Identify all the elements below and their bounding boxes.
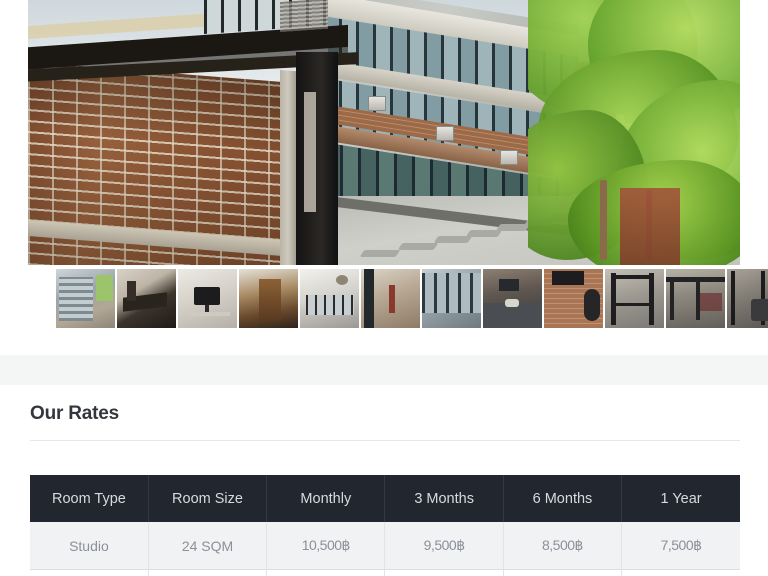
gallery-thumbnail-10[interactable] (605, 269, 664, 328)
paver-stripe (433, 236, 473, 243)
cell-room-size: 24 SQM (148, 522, 268, 570)
cell-6-months (503, 569, 623, 576)
rates-table: Room Type Room Size Monthly 3 Months 6 M… (30, 475, 740, 576)
thumbnail-post (670, 282, 674, 320)
upper-grille (280, 0, 328, 33)
cell-6-months: 8,500฿ (503, 522, 623, 570)
thumbnail-detail (205, 305, 209, 312)
thumbnail-bicycles (700, 293, 722, 311)
gallery-thumbnail-strip[interactable] (56, 269, 768, 330)
thumbnail-detail (364, 269, 374, 328)
paver-stripe (359, 250, 401, 257)
gallery-thumbnail-5[interactable] (300, 269, 359, 328)
rates-container: Our Rates Room Type Room Size Monthly 3 … (30, 385, 740, 576)
cell-3-months: 9,500฿ (384, 522, 504, 570)
thumbnail-door (259, 279, 281, 321)
column-header-monthly[interactable]: Monthly (266, 475, 386, 522)
cell-1-year: 7,500฿ (621, 522, 740, 570)
column-header-room-size[interactable]: Room Size (147, 475, 268, 522)
hero-image-canvas (28, 0, 740, 265)
wooden-fence (620, 188, 680, 265)
gallery-thumbnail-7[interactable] (422, 269, 481, 328)
column-header-room-type[interactable]: Room Type (30, 475, 149, 522)
rates-title-divider (30, 440, 740, 441)
brick-wall-column (280, 70, 296, 265)
thumbnail-pillar (389, 285, 395, 313)
tree-trunk (600, 180, 607, 260)
table-row: Studio 24 SQM 10,500฿ 9,500฿ 8,500฿ 7,50… (30, 522, 740, 570)
thumbnail-detail (127, 281, 136, 301)
gallery-thumbnail-2[interactable] (117, 269, 176, 328)
cell-room-type (30, 569, 149, 576)
column-header-6-months[interactable]: 6 Months (502, 475, 623, 522)
thumbnail-monitor (194, 287, 220, 305)
gallery-thumbnail-3[interactable] (178, 269, 237, 328)
cell-3-months (384, 569, 504, 576)
thumbnail-rack (649, 273, 654, 325)
paver-stripe (397, 243, 439, 250)
thumbnail-detail (186, 312, 230, 316)
rates-section: Our Rates Room Type Room Size Monthly 3 … (0, 385, 768, 576)
property-photo-gallery (28, 0, 768, 328)
ac-unit-icon (368, 96, 386, 111)
thumbnail-glass-facade (422, 273, 481, 313)
thumbnail-rack (611, 273, 616, 325)
section-separator-band (0, 355, 768, 385)
column-header-3-months[interactable]: 3 Months (384, 475, 504, 522)
table-row (30, 569, 740, 576)
thumbnail-detail (96, 275, 113, 301)
thumbnail-tv (552, 271, 584, 285)
hero-image[interactable] (28, 0, 740, 265)
cell-room-type: Studio (30, 522, 149, 570)
gallery-thumbnail-6[interactable] (361, 269, 420, 328)
thumbnail-railing (306, 295, 354, 315)
thumbnail-rack (611, 275, 654, 279)
cell-monthly (266, 569, 386, 576)
ac-unit-icon (500, 150, 518, 165)
gallery-thumbnail-1[interactable] (56, 269, 115, 328)
cell-1-year (621, 569, 740, 576)
thumbnail-detail (59, 277, 93, 321)
thumbnail-punching-bag (584, 289, 600, 321)
rates-table-head: Room Type Room Size Monthly 3 Months 6 M… (30, 475, 740, 522)
entry-door-glass (304, 92, 316, 212)
thumbnail-detail (505, 299, 519, 307)
rates-section-title: Our Rates (30, 403, 120, 424)
ac-unit-icon (436, 126, 454, 141)
cell-monthly: 10,500฿ (266, 522, 386, 570)
rates-table-body: Studio 24 SQM 10,500฿ 9,500฿ 8,500฿ 7,50… (30, 522, 740, 576)
gallery-thumbnail-4[interactable] (239, 269, 298, 328)
entry-door-frame (296, 52, 338, 265)
thumbnail-chandelier (336, 275, 348, 285)
gallery-thumbnail-11[interactable] (666, 269, 725, 328)
thumbnail-rig (731, 271, 735, 325)
column-header-1-year[interactable]: 1 Year (621, 475, 740, 522)
rates-table-header-row: Room Type Room Size Monthly 3 Months 6 M… (30, 475, 740, 522)
gallery-thumbnail-9[interactable] (544, 269, 603, 328)
gallery-thumbnail-8[interactable] (483, 269, 542, 328)
thumbnail-cardio-machine (751, 299, 768, 321)
thumbnail-detail (499, 279, 519, 291)
paver-stripe (465, 230, 503, 237)
cell-room-size (148, 569, 268, 576)
gallery-thumbnail-12[interactable] (727, 269, 768, 328)
thumbnail-rack (611, 303, 654, 306)
page-root: Our Rates Room Type Room Size Monthly 3 … (0, 0, 768, 576)
